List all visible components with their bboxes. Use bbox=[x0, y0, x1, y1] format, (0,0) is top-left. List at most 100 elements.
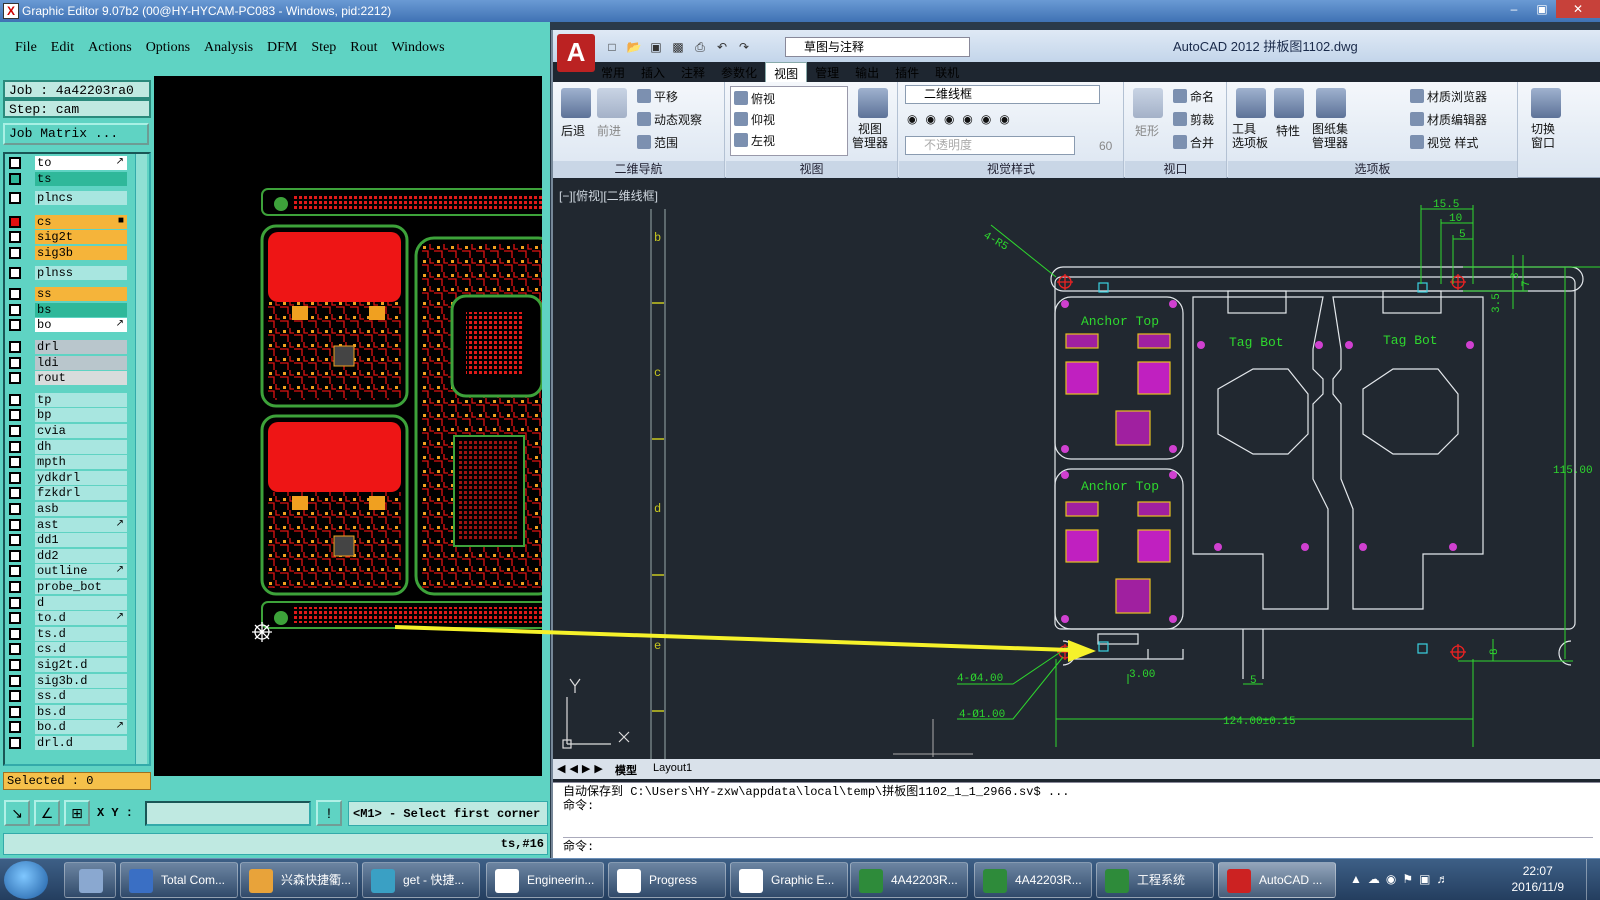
layer-checkbox[interactable] bbox=[9, 372, 21, 385]
layer-row-plnss[interactable]: plnss bbox=[9, 265, 127, 280]
taskbar-item-4[interactable]: Progress bbox=[608, 862, 726, 898]
open-icon[interactable]: 📂 bbox=[625, 38, 643, 56]
material-editor-button[interactable]: 材质编辑器 bbox=[1410, 111, 1487, 128]
layer-name[interactable]: bo ↗ bbox=[35, 318, 127, 333]
layer-name[interactable]: bs.d bbox=[35, 704, 127, 719]
layer-name[interactable]: bo.d ↗ bbox=[35, 720, 127, 735]
layer-checkbox[interactable] bbox=[9, 319, 21, 332]
layer-row-drl.d[interactable]: drl.d bbox=[9, 736, 127, 750]
ribbon-tab-8[interactable]: 联机 bbox=[927, 62, 967, 82]
layer-name[interactable]: plnss bbox=[35, 265, 127, 280]
opacity-field[interactable]: 不透明度 bbox=[905, 136, 1075, 155]
layer-row-ss[interactable]: ss bbox=[9, 287, 127, 302]
layer-name[interactable]: ldi bbox=[35, 355, 127, 370]
layer-checkbox[interactable] bbox=[9, 341, 21, 353]
layer-checkbox[interactable] bbox=[9, 705, 21, 718]
grid-tool-icon[interactable]: ⊞ bbox=[64, 800, 90, 826]
layer-row-cs.d[interactable]: cs.d bbox=[9, 642, 127, 657]
layer-checkbox[interactable] bbox=[9, 266, 21, 279]
autocad-app-button[interactable]: A bbox=[557, 34, 595, 72]
layer-checkbox[interactable] bbox=[9, 288, 21, 301]
ribbon-tab-1[interactable]: 插入 bbox=[633, 62, 673, 82]
layer-row-rout[interactable]: rout bbox=[9, 371, 127, 386]
layer-checkbox[interactable] bbox=[9, 231, 21, 244]
layer-checkbox[interactable] bbox=[9, 440, 21, 453]
layer-checkbox[interactable] bbox=[9, 172, 21, 185]
view-item-0[interactable]: 俯视 bbox=[734, 90, 775, 107]
layer-checkbox[interactable] bbox=[9, 518, 21, 531]
layer-row-d[interactable]: d bbox=[9, 595, 127, 610]
xy-input[interactable] bbox=[145, 801, 311, 826]
layer-checkbox[interactable] bbox=[9, 157, 21, 169]
layer-name[interactable]: cs ■ bbox=[35, 214, 127, 229]
maximize-button[interactable]: ▣ bbox=[1528, 0, 1556, 18]
layer-row-tp[interactable]: tp bbox=[9, 392, 127, 407]
switch-window-icon[interactable] bbox=[1531, 88, 1561, 118]
layer-checkbox[interactable] bbox=[9, 456, 21, 469]
layer-row-to[interactable]: to ↗ bbox=[9, 156, 127, 170]
workspace-select[interactable]: 草图与注释 bbox=[785, 37, 970, 57]
layer-name[interactable]: ts bbox=[35, 171, 127, 186]
layer-checkbox[interactable] bbox=[9, 565, 21, 578]
layer-name[interactable]: mpth bbox=[35, 455, 127, 470]
layer-name[interactable]: to.d ↗ bbox=[35, 611, 127, 626]
viewport-controls[interactable]: [−][俯视][二维线框] bbox=[559, 187, 658, 204]
material-browser-button[interactable]: 材质浏览器 bbox=[1410, 88, 1487, 105]
layer-name[interactable]: ss.d bbox=[35, 689, 127, 704]
menu-file[interactable]: File bbox=[8, 34, 44, 64]
layer-name[interactable]: ss bbox=[35, 287, 127, 302]
layer-checkbox[interactable] bbox=[9, 581, 21, 593]
job-matrix-button[interactable]: Job Matrix ... bbox=[3, 123, 149, 145]
taskbar-item-1[interactable]: 兴森快捷衢... bbox=[240, 862, 358, 898]
layer-row-sig2t.d[interactable]: sig2t.d bbox=[9, 658, 127, 672]
quick-launch-icon[interactable] bbox=[64, 862, 116, 898]
ribbon-tab-6[interactable]: 输出 bbox=[847, 62, 887, 82]
layer-name[interactable]: fzkdrl bbox=[35, 486, 127, 501]
menu-rout[interactable]: Rout bbox=[343, 34, 384, 64]
layer-row-cvia[interactable]: cvia bbox=[9, 424, 127, 438]
layer-row-ydkdrl[interactable]: ydkdrl bbox=[9, 470, 127, 485]
layer-row-bo.d[interactable]: bo.d ↗ bbox=[9, 720, 127, 735]
start-button[interactable] bbox=[4, 861, 48, 899]
layer-row-asb[interactable]: asb bbox=[9, 502, 127, 516]
layer-checkbox[interactable] bbox=[9, 247, 21, 259]
rectangle-viewport-icon[interactable] bbox=[1133, 88, 1163, 118]
forward-icon[interactable] bbox=[597, 88, 627, 118]
layer-name[interactable]: ast ↗ bbox=[35, 517, 127, 532]
layer-row-dd2[interactable]: dd2 bbox=[9, 548, 127, 563]
save-as-icon[interactable]: ▩ bbox=[669, 38, 687, 56]
close-button[interactable]: ✕ bbox=[1556, 0, 1600, 18]
layer-checkbox[interactable] bbox=[9, 487, 21, 500]
tab-layout1[interactable]: Layout1 bbox=[653, 762, 692, 774]
layer-checkbox[interactable] bbox=[9, 356, 21, 369]
layer-row-ldi[interactable]: ldi bbox=[9, 355, 127, 370]
layer-row-drl[interactable]: drl bbox=[9, 340, 127, 354]
layer-name[interactable]: probe_bot bbox=[35, 580, 127, 594]
view-item-2[interactable]: 左视 bbox=[734, 132, 775, 149]
save-icon[interactable]: ▣ bbox=[647, 38, 665, 56]
tool-palette-icon[interactable] bbox=[1236, 88, 1266, 118]
layer-name[interactable]: outline ↗ bbox=[35, 564, 127, 579]
layer-row-bs.d[interactable]: bs.d bbox=[9, 704, 127, 719]
taskbar-item-3[interactable]: Engineerin... bbox=[486, 862, 604, 898]
layer-checkbox[interactable] bbox=[9, 627, 21, 640]
layer-name[interactable]: d bbox=[35, 595, 127, 610]
layer-row-outline[interactable]: outline ↗ bbox=[9, 564, 127, 579]
ribbon-tab-3[interactable]: 参数化 bbox=[713, 62, 765, 82]
pan-button[interactable]: 平移 bbox=[637, 88, 678, 105]
taskbar-item-5[interactable]: Graphic E... bbox=[730, 862, 848, 898]
visual-style-manager-button[interactable]: 视觉 样式 bbox=[1410, 134, 1478, 151]
layer-row-mpth[interactable]: mpth bbox=[9, 455, 127, 470]
layer-name[interactable]: dh bbox=[35, 439, 127, 454]
layer-name[interactable]: ts.d bbox=[35, 626, 127, 641]
layer-row-sig3b[interactable]: sig3b bbox=[9, 246, 127, 260]
layout-nav-arrows[interactable]: ◀◀▶▶ bbox=[557, 762, 607, 775]
menu-dfm[interactable]: DFM bbox=[260, 34, 304, 64]
new-icon[interactable]: □ bbox=[603, 38, 621, 56]
taskbar-item-8[interactable]: 工程系统 bbox=[1096, 862, 1214, 898]
layer-row-dd1[interactable]: dd1 bbox=[9, 533, 127, 548]
view-manager-icon[interactable] bbox=[858, 88, 888, 118]
layer-name[interactable]: drl bbox=[35, 340, 127, 354]
layer-name[interactable]: sig2t bbox=[35, 230, 127, 245]
layer-row-sig2t[interactable]: sig2t bbox=[9, 230, 127, 245]
